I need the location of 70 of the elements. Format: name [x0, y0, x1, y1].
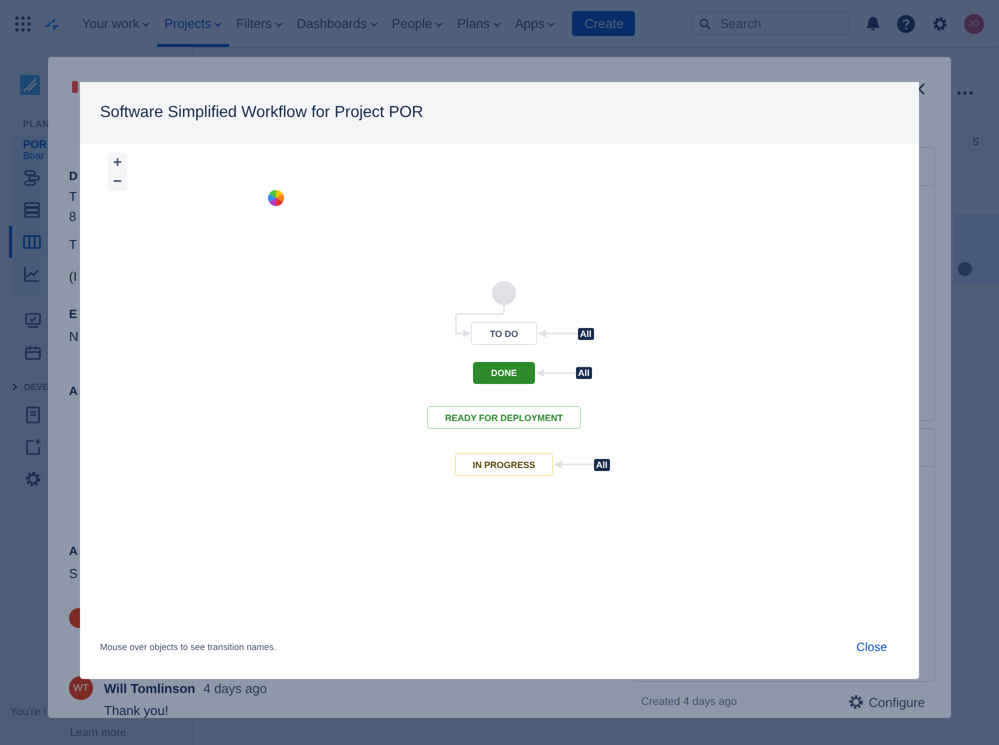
- text-fragment: D: [69, 168, 78, 184]
- settings-icon[interactable]: [24, 470, 42, 488]
- transition-arrow: [538, 330, 578, 338]
- roadmap-icon: [23, 169, 41, 187]
- text-fragment: A: [69, 543, 78, 559]
- chevron-down-icon: [547, 22, 556, 28]
- zoom-in-button[interactable]: +: [108, 153, 127, 172]
- transition-badge[interactable]: All: [578, 328, 594, 340]
- app-grid-icon[interactable]: [15, 16, 31, 32]
- comment-author: Will Tomlinson: [104, 680, 196, 696]
- project-subtitle: Boar: [23, 151, 46, 162]
- text-fragment: N: [69, 329, 78, 345]
- configure-button[interactable]: Configure: [848, 694, 925, 710]
- chevron-right-icon: [12, 383, 18, 391]
- chevron-down-icon: [435, 22, 444, 28]
- nav-tab[interactable]: Dashboards: [290, 0, 385, 47]
- backlog-icon: [23, 201, 41, 219]
- avatar-icon: [958, 262, 972, 276]
- status-node[interactable]: READY FOR DEPLOYMENT: [427, 406, 581, 429]
- transition-badge[interactable]: All: [576, 367, 592, 379]
- text-fragment: S: [69, 566, 78, 582]
- issue-type-icon: [72, 81, 78, 93]
- create-button[interactable]: Create: [572, 11, 636, 36]
- comment-time: 4 days ago: [203, 680, 267, 696]
- status-node[interactable]: DONE: [473, 362, 535, 384]
- chevron-down-icon: [142, 22, 150, 28]
- user-avatar: WT: [69, 676, 93, 700]
- text-fragment: E: [69, 306, 78, 322]
- chevron-down-icon: [214, 22, 222, 28]
- chevron-down-icon: [370, 22, 378, 28]
- spinner-icon: [267, 189, 285, 207]
- hint-text: Mouse over objects to see transition names.: [100, 642, 276, 652]
- text-fragment: T: [69, 189, 77, 205]
- page-icon[interactable]: [24, 406, 42, 424]
- transition-arrow: [554, 460, 594, 468]
- help-icon[interactable]: [897, 14, 915, 32]
- nav-tab[interactable]: People: [384, 0, 450, 47]
- settings-icon[interactable]: [931, 14, 949, 32]
- calendar-icon[interactable]: [24, 344, 42, 362]
- monitor-icon[interactable]: [24, 312, 42, 330]
- close-link[interactable]: Close: [856, 640, 887, 654]
- text-fragment: T: [69, 237, 77, 253]
- chevron-down-icon: [274, 22, 283, 28]
- start-node-icon: [492, 281, 516, 305]
- zoom-out-button[interactable]: −: [108, 172, 127, 191]
- dialog-title: Software Simplified Workflow for Project POR: [100, 104, 424, 122]
- project-name[interactable]: POR: [23, 139, 48, 151]
- transition-arrow: [536, 369, 576, 377]
- settings-icon: [848, 694, 864, 710]
- chevron-down-icon: [492, 22, 501, 28]
- add-page-icon[interactable]: [24, 438, 42, 456]
- board-icon: [23, 233, 41, 251]
- initial-transition-arrow: [455, 305, 505, 338]
- text-fragment: A: [69, 383, 78, 399]
- text-fragment: 8: [69, 209, 76, 225]
- nav-tab[interactable]: Your work: [75, 0, 158, 47]
- chart-icon: [23, 265, 41, 283]
- bell-icon[interactable]: [865, 16, 881, 32]
- text-fragment: (I: [69, 269, 77, 285]
- search-icon: [699, 18, 711, 30]
- transition-badge[interactable]: All: [594, 458, 610, 470]
- nav-tab[interactable]: Plans: [450, 0, 508, 47]
- nav-tab[interactable]: Apps: [508, 0, 562, 47]
- nav-tab[interactable]: Filters: [229, 0, 290, 47]
- more-icon[interactable]: [957, 91, 973, 95]
- project-logo-icon: [20, 75, 40, 95]
- status-node[interactable]: IN PROGRESS: [455, 453, 553, 476]
- created-date: Created 4 days ago: [641, 696, 738, 708]
- comment-text: Thank you!: [104, 703, 168, 718]
- status-node[interactable]: TO DO: [471, 322, 537, 345]
